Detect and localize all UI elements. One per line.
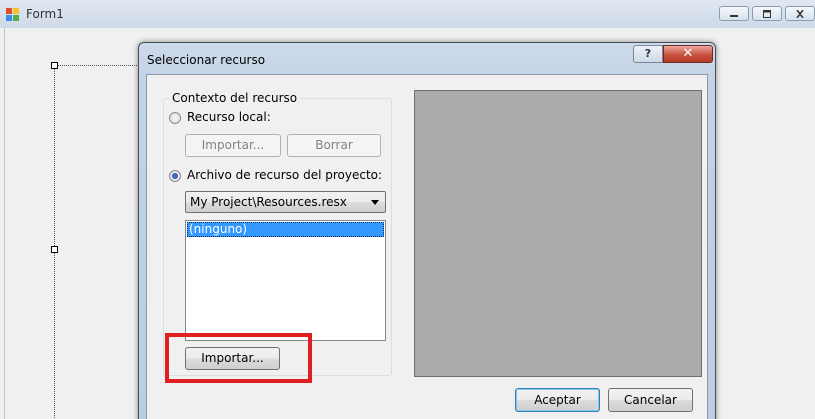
maximize-icon	[763, 9, 771, 18]
resource-file-value: My Project\Resources.resx	[190, 195, 347, 209]
help-button[interactable]: ?	[633, 45, 663, 63]
project-resource-radio[interactable]	[169, 170, 181, 182]
resize-handle-middle-left[interactable]	[51, 246, 58, 253]
dialog-title: Seleccionar recurso	[147, 53, 266, 67]
local-delete-button[interactable]: Borrar	[287, 134, 381, 157]
resource-file-dropdown[interactable]: My Project\Resources.resx	[185, 191, 386, 213]
local-import-button[interactable]: Importar...	[185, 134, 281, 157]
highlight-box	[165, 333, 312, 383]
cancel-button[interactable]: Cancelar	[608, 388, 693, 412]
maximize-button[interactable]	[752, 6, 782, 21]
minimize-icon	[730, 14, 738, 17]
chevron-down-icon	[371, 200, 379, 205]
form1-title: Form1	[26, 7, 64, 21]
local-resource-label[interactable]: Recurso local:	[187, 110, 271, 124]
list-item[interactable]: (ninguno)	[187, 222, 384, 237]
local-resource-radio[interactable]	[169, 112, 181, 124]
resource-context-label: Contexto del recurso	[169, 91, 301, 105]
close-icon: ✕	[682, 46, 694, 61]
help-icon: ?	[644, 47, 652, 60]
project-resource-label[interactable]: Archivo de recurso del proyecto:	[187, 168, 382, 182]
close-icon	[796, 9, 804, 18]
close-button[interactable]	[785, 6, 815, 21]
form1-titlebar[interactable]: Form1	[0, 0, 815, 28]
minimize-button[interactable]	[719, 6, 749, 21]
resource-preview-pane	[414, 90, 702, 377]
resize-handle-top-left[interactable]	[51, 62, 58, 69]
accept-button[interactable]: Aceptar	[515, 388, 600, 412]
dialog-close-button[interactable]: ✕	[663, 45, 713, 63]
resource-list[interactable]: (ninguno)	[185, 220, 386, 341]
form-app-icon	[6, 8, 19, 21]
